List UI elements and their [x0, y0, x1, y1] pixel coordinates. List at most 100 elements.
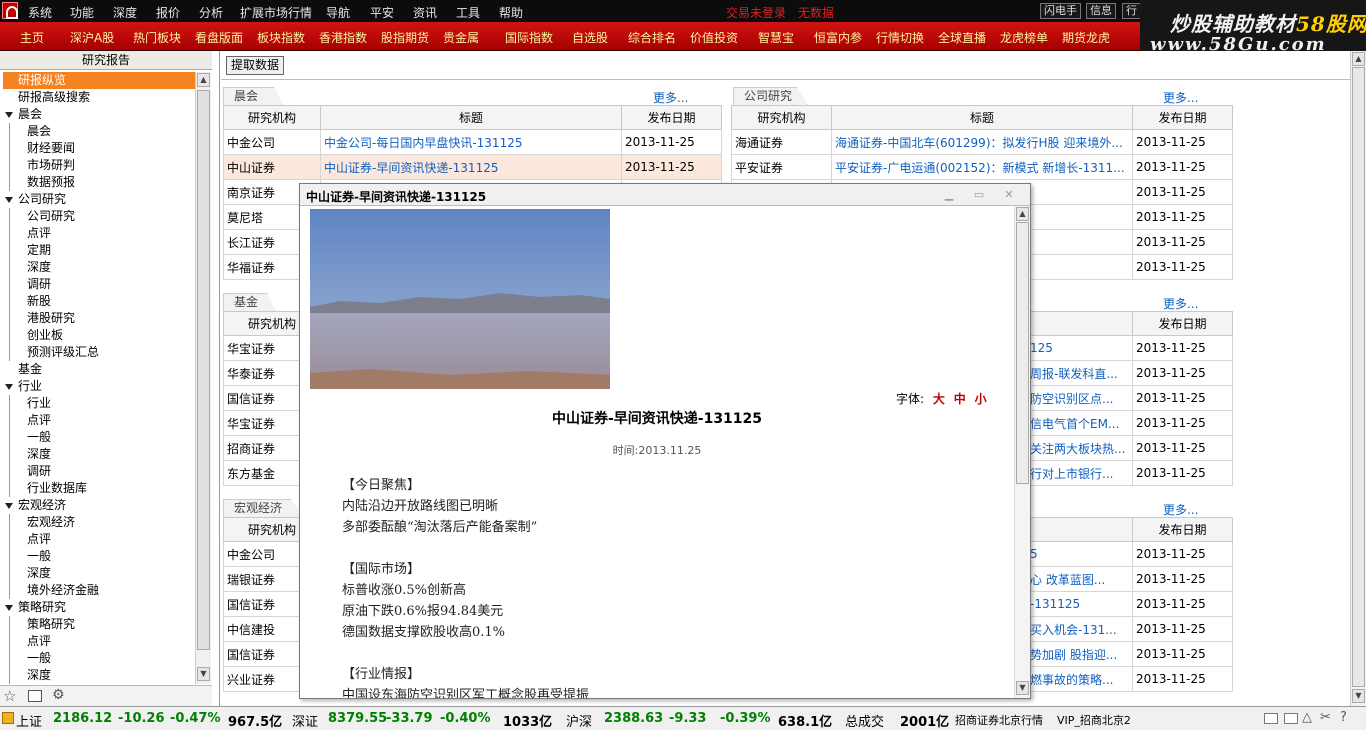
- window-icon[interactable]: [1264, 713, 1278, 724]
- tab-quote-switch[interactable]: 行情切换: [876, 29, 924, 46]
- cell-title[interactable]: 燃事故的策略...: [1026, 666, 1133, 692]
- tree-node[interactable]: 宏观经济: [3, 497, 196, 514]
- tree-node[interactable]: 公司研究: [3, 208, 196, 225]
- tools-icon[interactable]: ✂: [1320, 710, 1331, 725]
- tree-node[interactable]: 深度: [3, 259, 196, 276]
- server-name[interactable]: VIP_招商北京2: [1057, 712, 1131, 728]
- scroll-up-icon[interactable]: ▲: [1352, 52, 1365, 66]
- app-logo-icon[interactable]: [2, 2, 18, 19]
- col-header-org[interactable]: 研究机构: [731, 105, 832, 130]
- table-row[interactable]: 中金公司 中金公司-每日国内早盘快讯-131125 2013-11-25: [223, 129, 722, 155]
- col-header-title[interactable]: 标题: [320, 105, 622, 130]
- cell-title[interactable]: 5: [1026, 541, 1133, 567]
- col-header-org[interactable]: 研究机构: [223, 105, 321, 130]
- scroll-thumb[interactable]: [197, 90, 210, 650]
- tree-node[interactable]: 创业板: [3, 327, 196, 344]
- info-button[interactable]: 信息: [1086, 3, 1116, 19]
- tree-node[interactable]: 一般: [3, 650, 196, 667]
- font-medium-button[interactable]: 中: [954, 392, 966, 406]
- table-row[interactable]: 心 改革蓝图... 2013-11-25: [1026, 566, 1233, 592]
- table-row[interactable]: 燃事故的策略... 2013-11-25: [1026, 666, 1233, 692]
- scroll-up-icon[interactable]: ▲: [1016, 207, 1029, 221]
- expand-triangle-icon[interactable]: [5, 384, 13, 390]
- cell-title[interactable]: 125: [1026, 335, 1133, 361]
- col-header-date[interactable]: 发布日期: [1132, 311, 1233, 336]
- tab-home[interactable]: 主页: [20, 29, 44, 46]
- menu-tools[interactable]: 工具: [456, 4, 480, 21]
- tree-node[interactable]: 新股: [3, 293, 196, 310]
- table-row[interactable]: 平安证券 平安证券-广电运通(002152)：新模式 新增长-1311... 201…: [731, 154, 1233, 180]
- cell-title[interactable]: 行对上市银行...: [1026, 460, 1133, 486]
- table-row[interactable]: 势加剧 股指迎... 2013-11-25: [1026, 641, 1233, 667]
- settings-gear-icon[interactable]: ⚙: [52, 687, 65, 703]
- main-scrollbar[interactable]: ▲ ▼: [1350, 51, 1366, 706]
- table-row[interactable]: 行对上市银行... 2013-11-25: [1026, 460, 1233, 486]
- scroll-down-icon[interactable]: ▼: [1016, 681, 1029, 695]
- section-tab-morning[interactable]: 晨会: [223, 87, 283, 105]
- tree-node[interactable]: 预测评级汇总: [3, 344, 196, 361]
- tab-intl-index[interactable]: 国际指数: [505, 29, 553, 46]
- menu-pingan[interactable]: 平安: [370, 4, 394, 21]
- tree-node[interactable]: 深度: [3, 565, 196, 582]
- menu-info[interactable]: 资讯: [413, 4, 437, 21]
- tree-node[interactable]: 调研: [3, 463, 196, 480]
- tab-value-investing[interactable]: 价值投资: [690, 29, 738, 46]
- table-row[interactable]: 防空识别区点... 2013-11-25: [1026, 385, 1233, 411]
- tab-sector-index[interactable]: 板块指数: [257, 29, 305, 46]
- cell-title[interactable]: 海通证券-中国北车(601299)：拟发行H股 迎来境外...: [831, 129, 1133, 155]
- tree-node[interactable]: 晨会: [3, 106, 196, 123]
- table-row[interactable]: 海通证券 海通证券-中国北车(601299)：拟发行H股 迎来境外... 2013-…: [731, 129, 1233, 155]
- tree-node[interactable]: 定期: [3, 242, 196, 259]
- tree-node[interactable]: 晨会: [3, 123, 196, 140]
- expand-triangle-icon[interactable]: [5, 605, 13, 611]
- tab-precious-metals[interactable]: 贵金属: [443, 29, 479, 46]
- tab-hk-index[interactable]: 香港指数: [319, 29, 367, 46]
- tree-node[interactable]: 一般: [3, 429, 196, 446]
- cell-title[interactable]: -131125: [1026, 591, 1133, 617]
- trade-login-status[interactable]: 交易未登录: [726, 4, 786, 21]
- table-row[interactable]: 中山证券 中山证券-早间资讯快递-131125 2013-11-25: [223, 154, 722, 180]
- tree-node[interactable]: 公司研究: [3, 191, 196, 208]
- more-link-strategy[interactable]: 更多...: [1163, 501, 1198, 518]
- maximize-icon[interactable]: ▭: [970, 187, 988, 202]
- tree-node[interactable]: 宏观经济: [3, 514, 196, 531]
- sh-index-name[interactable]: 上证: [16, 711, 42, 730]
- tree-node[interactable]: 行业数据库: [3, 480, 196, 497]
- minimize-icon[interactable]: ▁: [940, 187, 958, 202]
- tree-node[interactable]: 港股研究: [3, 310, 196, 327]
- tab-dragon-tiger[interactable]: 龙虎榜单: [1000, 29, 1048, 46]
- tree-scrollbar[interactable]: ▲ ▼: [195, 72, 211, 684]
- scroll-thumb[interactable]: [1016, 222, 1029, 484]
- cell-title[interactable]: 平安证券-广电运通(002152)：新模式 新增长-1311...: [831, 154, 1133, 180]
- font-large-button[interactable]: 大: [933, 392, 945, 406]
- sz-index-name[interactable]: 深证: [292, 711, 318, 730]
- mail-icon[interactable]: [1284, 713, 1298, 724]
- table-row[interactable]: 买入机会-131... 2013-11-25: [1026, 616, 1233, 642]
- menu-extended-market[interactable]: 扩展市场行情: [240, 4, 312, 21]
- hs-index-name[interactable]: 沪深: [566, 711, 592, 730]
- font-small-button[interactable]: 小: [975, 392, 987, 406]
- tab-a-shares[interactable]: 深沪A股: [70, 29, 114, 46]
- tab-insider[interactable]: 恒富内参: [814, 29, 862, 46]
- alert-icon[interactable]: △: [1302, 710, 1312, 725]
- menu-depth[interactable]: 深度: [113, 4, 137, 21]
- tab-futures-dragon[interactable]: 期货龙虎: [1062, 29, 1110, 46]
- tree-node[interactable]: 点评: [3, 531, 196, 548]
- table-row[interactable]: 信电气首个EM... 2013-11-25: [1026, 410, 1233, 436]
- scroll-down-icon[interactable]: ▼: [1352, 689, 1365, 703]
- tree-node[interactable]: 行业: [3, 395, 196, 412]
- tree-node[interactable]: 研报纵览: [3, 72, 196, 89]
- popup-scrollbar[interactable]: ▲ ▼: [1014, 206, 1030, 698]
- tab-hot-sectors[interactable]: 热门板块: [133, 29, 181, 46]
- cell-title[interactable]: 防空识别区点...: [1026, 385, 1133, 411]
- table-row[interactable]: 5 2013-11-25: [1026, 541, 1233, 567]
- favorite-star-icon[interactable]: ☆: [3, 687, 16, 705]
- cell-title[interactable]: 中山证券-早间资讯快递-131125: [320, 154, 622, 180]
- tab-layout[interactable]: 看盘版面: [195, 29, 243, 46]
- menu-navigate[interactable]: 导航: [326, 4, 350, 21]
- scroll-up-icon[interactable]: ▲: [197, 73, 210, 87]
- menu-system[interactable]: 系统: [28, 4, 52, 21]
- tree-node[interactable]: 点评: [3, 225, 196, 242]
- cell-title[interactable]: 信电气首个EM...: [1026, 410, 1133, 436]
- section-tab-fund[interactable]: 基金: [223, 293, 275, 311]
